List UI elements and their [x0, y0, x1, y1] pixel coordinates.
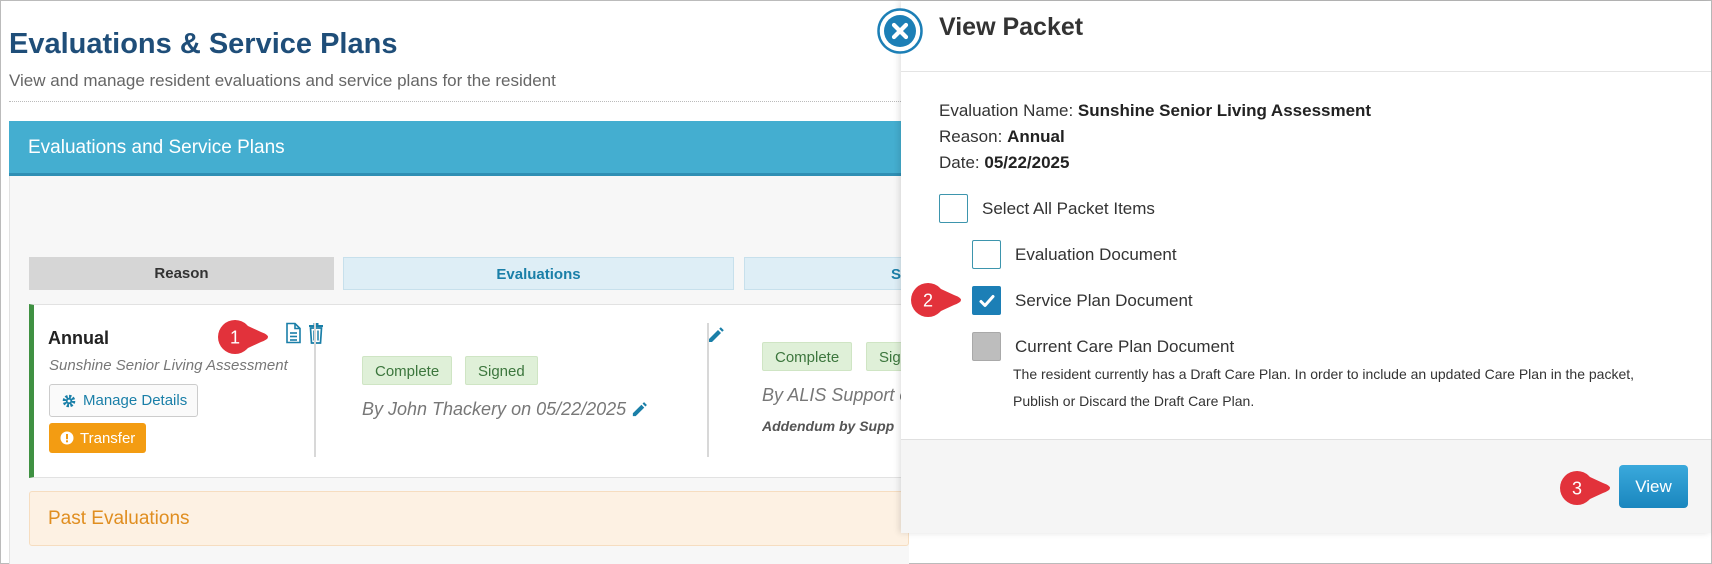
column-header-evaluations: Evaluations — [343, 257, 734, 290]
select-all-checkbox[interactable] — [939, 194, 968, 223]
service-plan-document-checkbox[interactable] — [972, 286, 1001, 315]
evaluation-status-badge-complete: Complete — [362, 356, 453, 385]
select-all-row: Select All Packet Items — [939, 194, 1155, 223]
checkmark-icon — [979, 294, 994, 307]
manage-details-label: Manage Details — [83, 392, 188, 409]
step-callout-2: 2 — [911, 283, 961, 317]
view-packet-document-icon[interactable] — [283, 322, 303, 344]
edit-evaluation-pencil-icon[interactable] — [706, 325, 726, 345]
view-button[interactable]: View — [1619, 465, 1688, 508]
edit-date-pencil-icon[interactable] — [630, 400, 649, 419]
manage-details-button[interactable]: Manage Details — [49, 384, 198, 417]
date-line: Date: 05/22/2025 — [939, 153, 1069, 173]
plan-status-badge-complete: Complete — [762, 342, 853, 371]
step-callout-2-number: 2 — [923, 291, 933, 311]
transfer-label: Transfer — [80, 429, 136, 447]
panel-header-title: Evaluations and Service Plans — [28, 137, 285, 158]
service-plan-document-label: Service Plan Document — [1015, 290, 1193, 310]
evaluation-document-label: Evaluation Document — [1015, 244, 1177, 264]
row-evaluation-name: Sunshine Senior Living Assessment — [49, 357, 288, 374]
modal-title: View Packet — [939, 13, 1084, 41]
plan-addendum: Addendum by Supp — [762, 418, 895, 434]
current-care-plan-document-checkbox — [972, 332, 1001, 361]
evaluation-document-row: Evaluation Document — [972, 240, 1177, 269]
draft-care-plan-note: The resident currently has a Draft Care … — [1013, 366, 1635, 409]
evaluation-name-value: Sunshine Senior Living Assessment — [1077, 101, 1372, 120]
close-modal-icon[interactable] — [877, 8, 923, 54]
service-plan-document-row: Service Plan Document — [972, 286, 1193, 315]
evaluation-byline-text: By John Thackery on 05/22/2025 — [362, 399, 627, 419]
evaluation-document-checkbox[interactable] — [972, 240, 1001, 269]
select-all-label: Select All Packet Items — [982, 198, 1155, 218]
evaluation-name-label: Evaluation Name: — [939, 101, 1074, 120]
reason-label: Reason: — [939, 127, 1003, 146]
column-header-reason: Reason — [29, 257, 334, 290]
evaluation-status-badge-signed: Signed — [465, 356, 538, 385]
transfer-button[interactable]: Transfer — [49, 423, 146, 453]
page-title: Evaluations & Service Plans — [9, 28, 398, 60]
step-callout-1-number: 1 — [230, 328, 240, 348]
evaluation-byline: By John Thackery on 05/22/2025 — [362, 399, 649, 420]
current-care-plan-document-label: Current Care Plan Document — [1015, 336, 1235, 356]
past-evaluations-section[interactable]: Past Evaluations — [29, 491, 909, 546]
current-care-plan-document-row: Current Care Plan Document — [972, 332, 1234, 361]
modal-title-divider — [901, 71, 1711, 72]
date-label: Date: — [939, 153, 980, 172]
date-value: 05/22/2025 — [984, 153, 1070, 172]
step-callout-1: 1 — [218, 320, 268, 354]
plan-byline: By ALIS Support o — [762, 385, 909, 405]
alert-circle-icon — [60, 431, 74, 445]
page-subtitle: View and manage resident evaluations and… — [9, 71, 556, 90]
gear-icon — [62, 394, 76, 407]
evaluation-name-line: Evaluation Name: Sunshine Senior Living … — [939, 101, 1371, 121]
step-callout-3-number: 3 — [1572, 479, 1582, 499]
row-reason-name: Annual — [48, 328, 109, 348]
column-header-service-plans: S — [744, 257, 909, 290]
reason-value: Annual — [1007, 127, 1065, 146]
title-divider — [9, 101, 909, 102]
step-callout-3: 3 — [1560, 471, 1610, 505]
reason-line: Reason: Annual — [939, 127, 1065, 147]
past-evaluations-label: Past Evaluations — [48, 508, 190, 529]
panel-header: Evaluations and Service Plans — [9, 121, 909, 176]
delete-trash-icon[interactable] — [306, 322, 326, 344]
column-separator — [314, 323, 316, 457]
